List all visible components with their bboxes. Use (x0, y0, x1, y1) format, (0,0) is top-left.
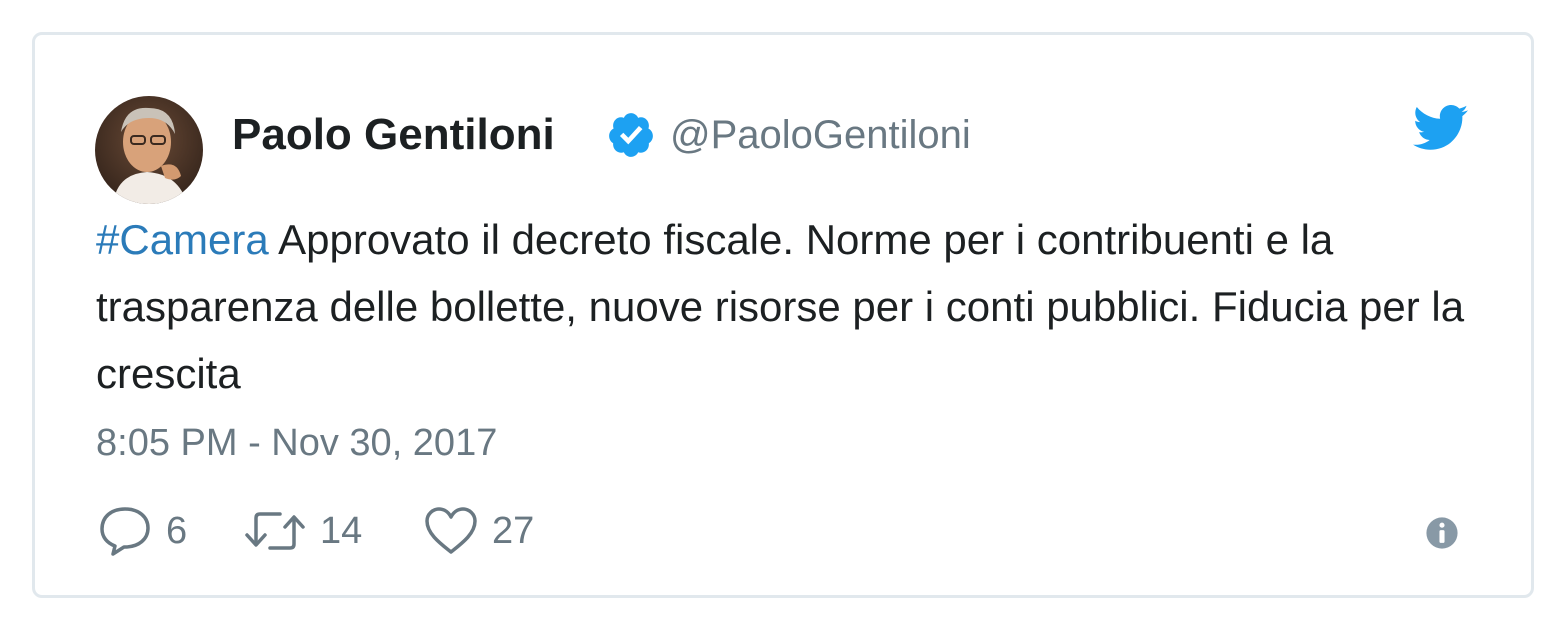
retweet-count: 14 (320, 509, 363, 552)
author-handle[interactable]: @PaoloGentiloni (670, 110, 971, 160)
retweet-icon (245, 512, 305, 550)
tweet-timestamp[interactable]: 8:05 PM - Nov 30, 2017 (96, 420, 497, 466)
reply-button[interactable]: 6 (98, 504, 187, 558)
reply-count: 6 (166, 509, 188, 552)
info-icon[interactable] (1425, 516, 1459, 550)
hashtag-link[interactable]: #Camera (96, 216, 269, 263)
heart-icon (425, 507, 477, 554)
tweet-text: #Camera Approvato il decreto fiscale. No… (96, 206, 1496, 407)
reply-icon (100, 507, 150, 556)
author-avatar[interactable] (95, 96, 203, 204)
verified-badge-icon (609, 113, 653, 157)
like-button[interactable]: 27 (424, 504, 534, 558)
like-count: 27 (492, 509, 535, 552)
tweet-body: Approvato il decreto fiscale. Norme per … (96, 216, 1465, 397)
retweet-button[interactable]: 14 (244, 504, 362, 558)
author-name[interactable]: Paolo Gentiloni (232, 110, 555, 160)
twitter-bird-icon[interactable] (1413, 104, 1469, 152)
avatar-photo (95, 96, 203, 204)
